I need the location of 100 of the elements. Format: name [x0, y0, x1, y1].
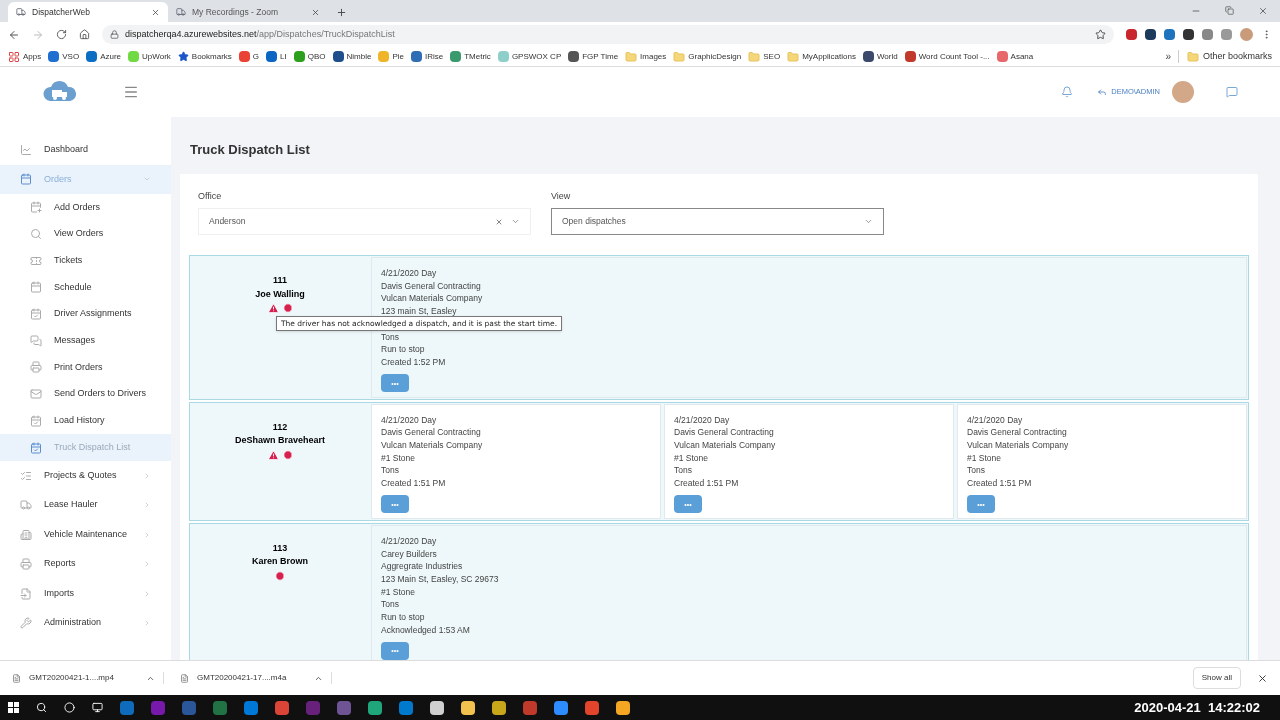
bookmark[interactable]: Other bookmarks: [1177, 49, 1272, 64]
taskbar-app-icon[interactable]: [461, 700, 475, 715]
bookmark[interactable]: QBO: [293, 50, 326, 63]
menu-icon[interactable]: [123, 84, 139, 100]
driver-name: Joe Walling: [255, 287, 305, 301]
bookmark[interactable]: TMetric: [450, 50, 491, 63]
clock-icon[interactable]: [275, 570, 285, 581]
bookmark[interactable]: Pie: [378, 50, 404, 63]
back-icon[interactable]: [8, 28, 20, 41]
calendar-icon: [30, 281, 42, 294]
taskbar-app-icon[interactable]: [368, 700, 382, 715]
browser-tab[interactable]: My Recordings - Zoom: [168, 2, 328, 22]
extension-icon[interactable]: [1126, 29, 1137, 40]
taskbar-app-icon[interactable]: [492, 700, 506, 715]
close-tab-icon[interactable]: [311, 7, 320, 17]
sidebar-subitem[interactable]: Add Orders: [0, 194, 171, 221]
bookmark[interactable]: Word Count Tool -...: [904, 50, 990, 63]
bookmark[interactable]: Apps: [8, 50, 42, 63]
sidebar-subitem[interactable]: Load History: [0, 407, 171, 435]
bookmark[interactable]: Asana: [996, 50, 1034, 63]
ticket-icon: [30, 254, 42, 267]
close-tab-icon[interactable]: [151, 7, 160, 17]
calendar-icon: [20, 173, 32, 186]
search-icon[interactable]: [36, 702, 47, 713]
cortana-icon[interactable]: [64, 702, 75, 713]
notification-icon[interactable]: [1061, 86, 1074, 98]
task-view-icon[interactable]: [92, 702, 103, 713]
sidebar-subitem[interactable]: Messages: [0, 327, 171, 355]
chat-icon[interactable]: [1226, 86, 1238, 98]
clock-icon[interactable]: [282, 449, 293, 460]
bookmark[interactable]: Images: [625, 50, 667, 63]
dispatch-line: Created 1:51 PM: [381, 477, 447, 490]
sidebar-subitem[interactable]: Send Orders to Drivers: [0, 380, 171, 408]
download-item[interactable]: GMT20200421-17....m4a: [180, 672, 332, 684]
sidebar-item[interactable]: Vehicle Maintenance: [0, 519, 171, 550]
bookmark[interactable]: SEO: [748, 50, 781, 63]
close-icon[interactable]: [1257, 672, 1268, 684]
sidebar-item[interactable]: Projects & Quotes: [0, 460, 171, 491]
dispatch-line: 123 main St, Easley: [381, 305, 458, 318]
bookmark-star-icon[interactable]: [1095, 29, 1106, 40]
taskbar-app-icon[interactable]: [554, 700, 568, 715]
address-bar[interactable]: dispatcherqa4.azurewebsites.net/app/Dispatches/TruckDispatchList: [102, 25, 1114, 44]
wrench-icon: [20, 617, 32, 630]
warning-icon[interactable]: [267, 303, 279, 314]
file-icon: [12, 673, 21, 683]
dispatch-line: Vulcan Materials Company: [674, 439, 777, 452]
select-field[interactable]: Open dispatches: [551, 208, 884, 235]
folder-icon: [748, 50, 761, 63]
sidebar-subitem[interactable]: View Orders: [0, 220, 171, 248]
calendar-plus-icon: [30, 201, 42, 214]
profile-avatar[interactable]: [1240, 28, 1253, 41]
more-bookmarks[interactable]: »: [1165, 49, 1171, 64]
select-field[interactable]: Anderson: [198, 208, 531, 235]
bookmark[interactable]: World: [862, 50, 898, 63]
clear-icon[interactable]: [495, 217, 503, 226]
sidebar-subitem[interactable]: Schedule: [0, 274, 171, 301]
new-tab-icon[interactable]: [336, 7, 347, 18]
dispatch-line: 4/21/2020 Day: [967, 413, 1024, 427]
taskbar-app-icon[interactable]: [430, 700, 444, 715]
bookmark[interactable]: VSO: [48, 50, 80, 63]
dispatch-line: Created 1:52 PM: [381, 355, 447, 369]
dispatch-line: Davis General Contracting: [381, 426, 482, 439]
dispatch-line: Davis General Contracting: [381, 279, 482, 293]
clock-icon[interactable]: [282, 303, 293, 313]
sidebar-item[interactable]: Administration: [0, 608, 171, 638]
printer-icon: [30, 361, 42, 374]
checklist-icon: [20, 469, 32, 482]
bookmark[interactable]: MyApplications: [787, 50, 856, 63]
taskbar-app-icon[interactable]: [616, 700, 630, 715]
dispatch-line: Run to stop: [381, 611, 426, 624]
chevron-down-icon: [511, 217, 520, 226]
bookmark[interactable]: Nimble: [332, 50, 372, 63]
bookmark[interactable]: UpWork: [128, 50, 171, 63]
sidebar-subitem[interactable]: Tickets: [0, 247, 171, 275]
bookmark[interactable]: LI: [266, 50, 287, 63]
bookmark[interactable]: FGP Time: [568, 50, 619, 63]
sidebar-subitem[interactable]: Print Orders: [0, 354, 171, 381]
browser-tab[interactable]: DispatcherWeb: [8, 2, 168, 22]
download-item[interactable]: GMT20200421-1....mp4: [12, 672, 164, 684]
bookmark[interactable]: Azure: [86, 50, 122, 63]
windows-logo-icon[interactable]: [8, 702, 19, 713]
reload-icon[interactable]: [56, 29, 67, 40]
warning-icon[interactable]: [267, 449, 279, 461]
bookmark[interactable]: G: [238, 50, 260, 63]
home-icon[interactable]: [79, 29, 90, 40]
bookmark[interactable]: Bookmarks: [177, 50, 232, 63]
close-icon[interactable]: [1258, 6, 1268, 16]
sidebar-item[interactable]: Imports: [0, 578, 171, 609]
bookmark[interactable]: IRise: [410, 50, 444, 63]
show-all-button[interactable]: Show all: [1192, 667, 1241, 689]
bookmark[interactable]: GraphicDesign: [673, 50, 742, 63]
sidebar-item[interactable]: Lease Hauler: [0, 490, 171, 520]
sidebar-item[interactable]: Reports: [0, 549, 171, 579]
reply-icon: [1097, 87, 1108, 97]
extension-icon[interactable]: [1145, 29, 1156, 40]
bookmark[interactable]: GPSWOX CP: [497, 50, 562, 63]
driver-name: DeShawn Braveheart: [234, 434, 325, 448]
extension-icon[interactable]: [1183, 29, 1194, 40]
sidebar-item[interactable]: Dashboard: [0, 135, 171, 165]
sidebar-subitem[interactable]: Driver Assignments: [0, 300, 171, 328]
